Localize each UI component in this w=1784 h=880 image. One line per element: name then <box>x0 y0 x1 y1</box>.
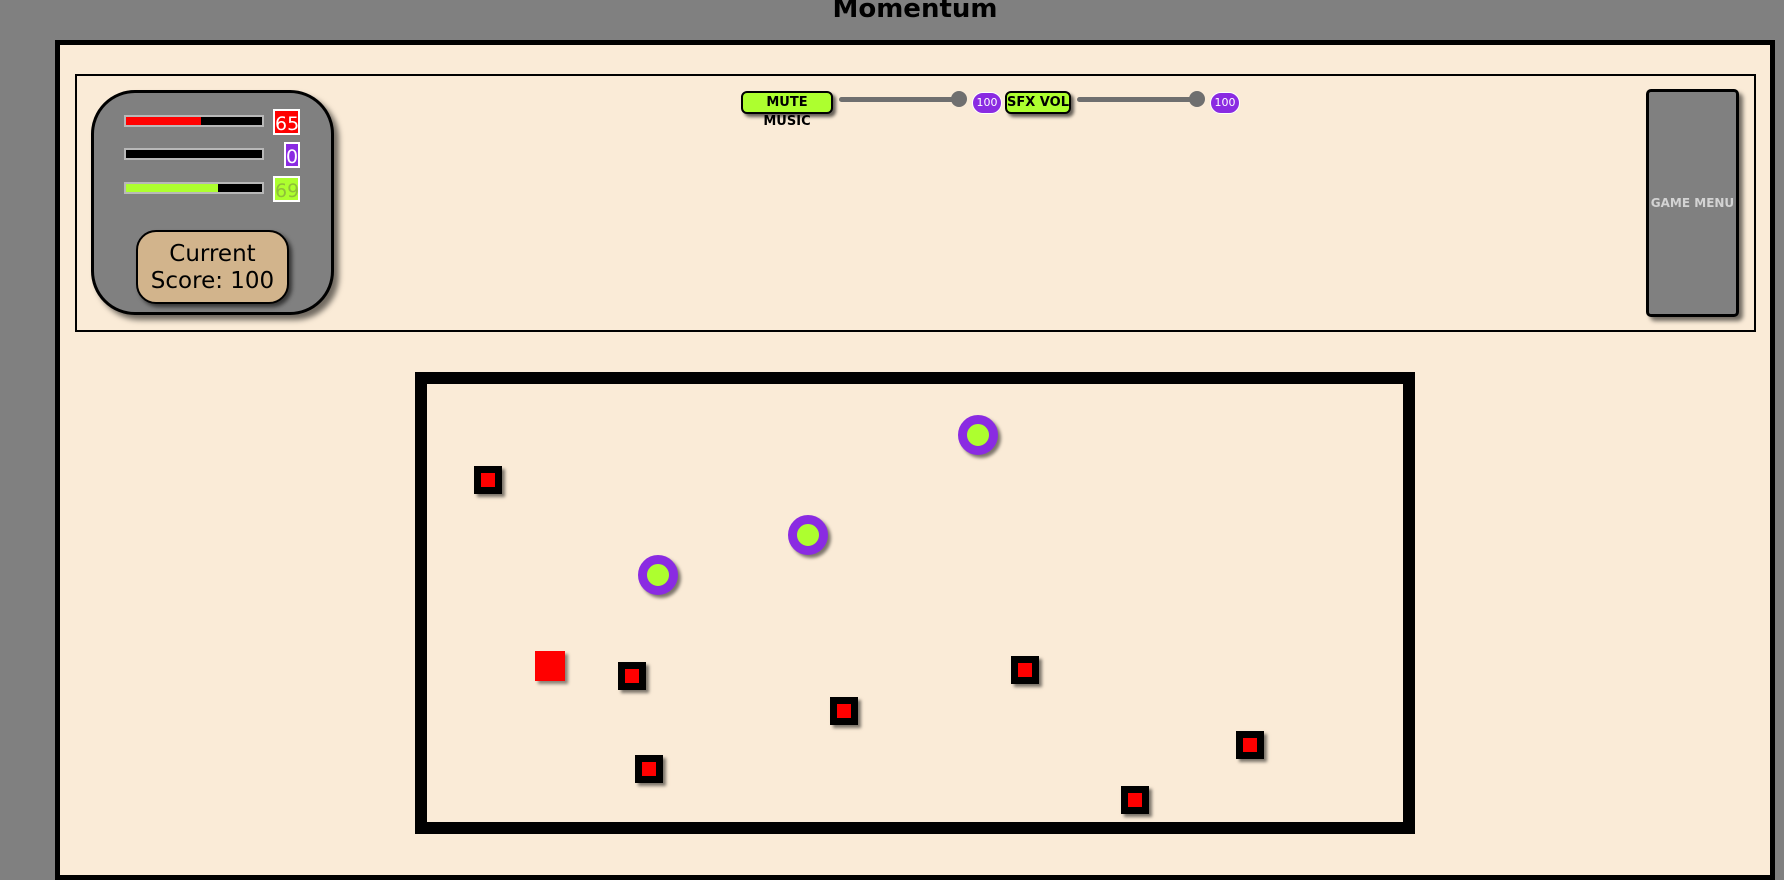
game-title: Momentum <box>832 0 998 24</box>
current-score: Current Score: 100 <box>136 230 289 304</box>
enemy-square <box>1236 731 1264 759</box>
music-volume-value: 100 <box>972 92 1002 114</box>
mute-music-button[interactable]: MUTE MUSIC <box>741 91 833 129</box>
health-value: 65 <box>273 109 300 135</box>
enemy-square <box>474 466 502 494</box>
game-menu-label: GAME MENU <box>1650 196 1735 210</box>
music-volume-handle[interactable] <box>951 91 967 107</box>
music-volume-slider[interactable] <box>839 97 959 102</box>
energy-value: 69 <box>273 176 300 202</box>
sfx-volume-handle[interactable] <box>1189 91 1205 107</box>
enemy-square <box>1121 786 1149 814</box>
energy-orb <box>958 415 998 455</box>
shield-value: 0 <box>284 142 300 168</box>
score-value: Score: 100 <box>150 268 275 294</box>
player-square <box>535 651 565 681</box>
energy-orb <box>638 555 678 595</box>
game-arena[interactable] <box>415 372 1415 834</box>
sfx-volume-button[interactable]: SFX VOL <box>1005 91 1071 114</box>
shield-bar <box>124 148 264 160</box>
game-menu-button[interactable]: GAME MENU <box>1646 89 1739 317</box>
enemy-square <box>635 755 663 783</box>
health-bar-fill <box>126 117 201 125</box>
sfx-volume-value: 100 <box>1210 92 1240 114</box>
health-bar <box>124 115 264 127</box>
energy-bar <box>124 182 264 194</box>
enemy-square <box>618 662 646 690</box>
enemy-square <box>830 697 858 725</box>
sfx-volume-slider[interactable] <box>1077 97 1197 102</box>
score-label: Current <box>169 241 256 267</box>
enemy-square <box>1011 656 1039 684</box>
energy-orb <box>788 515 828 555</box>
energy-bar-fill <box>126 184 219 192</box>
